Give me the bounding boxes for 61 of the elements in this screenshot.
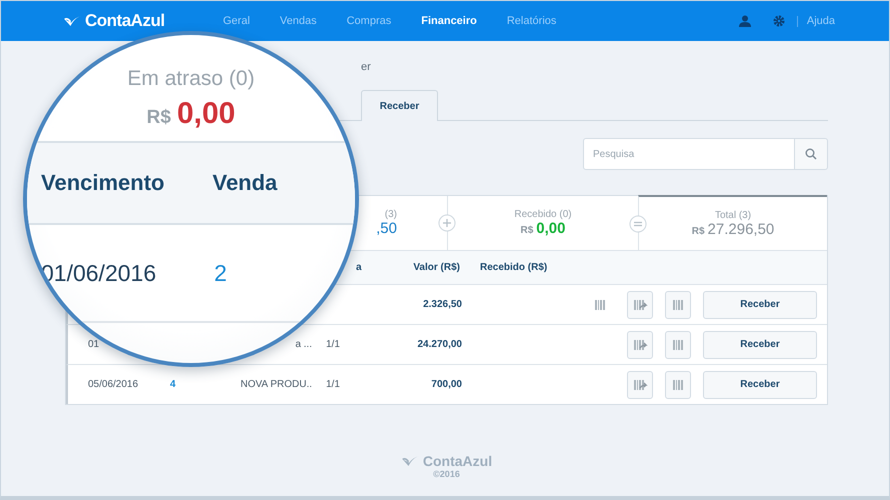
footer-logo-text: ContaAzul (422, 453, 492, 469)
nav-link[interactable]: Financeiro (421, 15, 477, 27)
summary-label: (3) (384, 209, 397, 220)
column-header: Venda (212, 170, 278, 196)
column-header: a (355, 262, 363, 273)
summary-amount: ,50 (376, 220, 397, 237)
equals-icon (629, 215, 647, 233)
receive-button[interactable]: Receber (703, 330, 817, 358)
summary-amount: 27.296,50 (708, 220, 774, 238)
send-barcode-button[interactable] (627, 370, 653, 398)
column-header: Recebido (R$) (479, 262, 548, 273)
logo-text: ContaAzul (85, 11, 165, 31)
amount: 700,00 (430, 379, 462, 390)
search-field[interactable]: Pesquisa (583, 138, 795, 170)
sale-link[interactable]: 2 (214, 260, 227, 286)
copyright: ©2016 (433, 469, 460, 479)
overdue-amount: 0,00 (176, 97, 236, 131)
due-date: 01 (87, 339, 100, 350)
help-link[interactable]: Ajuda (806, 15, 835, 27)
barcode-icon (671, 298, 685, 312)
barcode-button[interactable] (665, 370, 691, 398)
currency-label: R$ (520, 225, 534, 236)
send-barcode-button[interactable] (627, 290, 653, 318)
search-icon (805, 148, 817, 160)
column-header: Valor (R$) (412, 262, 460, 273)
tab[interactable]: Receber (361, 90, 438, 121)
due-date: 05/06/2016 (87, 379, 140, 390)
barcode-icon (671, 338, 685, 352)
currency-label: R$ (692, 226, 705, 236)
amount: 24.270,00 (416, 339, 462, 350)
plus-icon (438, 214, 456, 232)
summary-amount: 0,00 (536, 220, 566, 237)
breadcrumb[interactable]: er (361, 58, 381, 76)
barcode-icon (671, 378, 685, 392)
search-button[interactable] (795, 138, 828, 170)
overdue-label: Em atraso (0) (127, 67, 255, 91)
barcode-arrow-icon (632, 378, 648, 392)
barcode-button[interactable] (665, 330, 691, 358)
user-icon (738, 15, 751, 27)
nav-link[interactable]: Vendas (280, 15, 317, 27)
send-barcode-button[interactable] (627, 330, 653, 358)
installment: 1/1 (326, 379, 341, 390)
barcode-arrow-icon (632, 338, 648, 352)
barcode-button[interactable] (665, 290, 691, 318)
amount: 2.326,50 (422, 299, 462, 310)
sale-link[interactable]: 4 (166, 379, 232, 390)
column-header: Vencimento (41, 170, 164, 196)
barcode-arrow-icon (632, 298, 648, 312)
nav-link[interactable]: Compras (346, 15, 392, 27)
nav-link[interactable]: Geral (223, 15, 250, 27)
nav-link[interactable]: Relatórios (506, 15, 556, 27)
settings-icon (772, 15, 785, 27)
summary-label: Total (3) (714, 210, 752, 220)
description: NOVA PRODU.. (240, 379, 313, 390)
receive-button[interactable]: Receber (703, 290, 817, 318)
installment: 1/1 (326, 339, 341, 350)
description: a ... (294, 339, 313, 350)
due-date: 01/06/2016 (41, 260, 156, 286)
currency-label: R$ (146, 107, 171, 129)
summary-label: Recebido (0) (514, 209, 572, 220)
receive-button[interactable]: Receber (703, 370, 817, 398)
